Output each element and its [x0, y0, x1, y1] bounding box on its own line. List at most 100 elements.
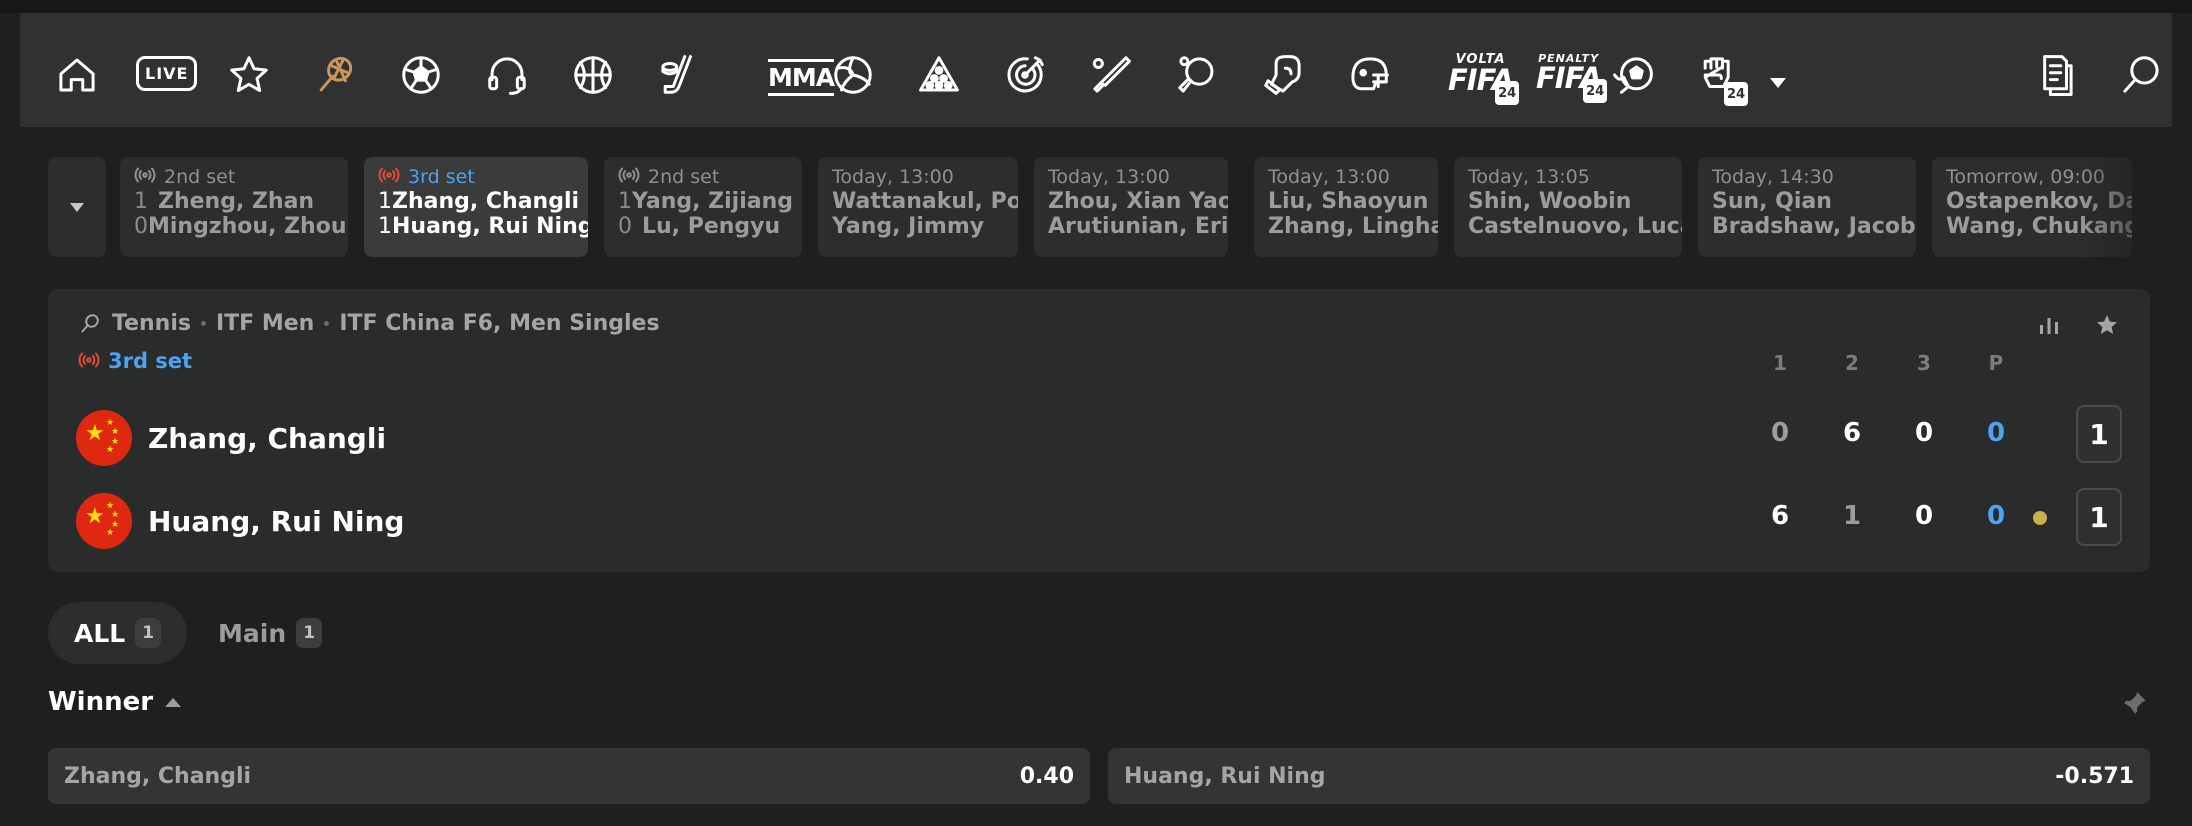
american-football-icon[interactable]: [1344, 50, 1394, 100]
betslip-icon[interactable]: [2030, 50, 2080, 100]
match-status: Today, 13:05: [1468, 165, 1668, 189]
search-icon[interactable]: [2116, 50, 2166, 100]
favorite-star-icon[interactable]: [2093, 311, 2121, 339]
match-team-row: Liu, Shaoyun: [1268, 189, 1428, 214]
match-card[interactable]: Today, 14:30 Sun, Qian Bradshaw, Jacob: [1698, 157, 1916, 257]
match-team-row: 0 Mingzhou, Zhou: [134, 214, 347, 239]
event-status: 3rd set: [78, 349, 192, 373]
outcome-name: Zhang, Changli: [64, 763, 252, 789]
match-team-row: Wattanakul, Pol: [832, 189, 1018, 214]
basketball-icon[interactable]: [568, 50, 618, 100]
tab-count-badge: 1: [296, 618, 323, 648]
breadcrumb-category[interactable]: ITF Men: [216, 311, 314, 336]
more-chevron-icon[interactable]: [1770, 78, 1786, 88]
team-name: Shin, Woobin: [1468, 189, 1632, 214]
sets-won-home: 1: [2076, 405, 2122, 463]
match-status-text: Today, 13:05: [1468, 166, 1590, 188]
stats-icon[interactable]: [2035, 311, 2063, 339]
match-card[interactable]: Today, 13:00 Wattanakul, Pol Yang, Jimmy: [818, 157, 1018, 257]
team-name: Bradshaw, Jacob: [1712, 214, 1916, 239]
hockey-icon[interactable]: [654, 50, 704, 100]
table-tennis-icon[interactable]: [1172, 50, 1222, 100]
match-status: 3rd set: [378, 165, 574, 189]
match-card[interactable]: 2nd set 1 Zheng, Zhan 0 Mingzhou, Zhou: [120, 157, 348, 257]
match-status-text: 2nd set: [648, 166, 720, 188]
player-row-away: ★ ★ ★ ★ ★ Huang, Rui Ning: [76, 493, 404, 549]
esports-headset-icon[interactable]: [482, 50, 532, 100]
team-score: 1: [618, 189, 632, 214]
chevron-down-icon: [70, 202, 84, 212]
sports-nav-bar: LIVE MMA VOLTA FIFA 24 PENALTY FIFA 24 2…: [0, 0, 2192, 127]
match-team-row: Castelnuovo, Luca: [1468, 214, 1682, 239]
breadcrumb: Tennis ITF Men ITF China F6, Men Singles: [78, 311, 660, 336]
darts-icon[interactable]: [1000, 50, 1050, 100]
live-broadcast-icon: [378, 166, 400, 188]
match-status: Today, 13:00: [832, 165, 1004, 189]
tab-all[interactable]: ALL 1: [48, 602, 188, 664]
mma-icon[interactable]: MMA: [768, 59, 835, 96]
volleyball-icon[interactable]: [828, 50, 878, 100]
match-card[interactable]: Today, 13:05 Shin, Woobin Castelnuovo, Luc…: [1454, 157, 1682, 257]
penalty-fifa-icon[interactable]: PENALTY FIFA 24: [1536, 53, 1608, 103]
match-status-text: 2nd set: [164, 166, 236, 188]
china-flag-icon: ★ ★ ★ ★ ★: [76, 493, 132, 549]
volta-fifa-icon[interactable]: VOLTA FIFA 24: [1448, 53, 1520, 105]
fist-icon[interactable]: 24: [1694, 50, 1748, 106]
team-name: Yang, Jimmy: [832, 214, 985, 239]
live-broadcast-icon: [78, 349, 100, 373]
strip-collapse-button[interactable]: [48, 157, 106, 257]
match-card[interactable]: Today, 13:00Liu, ShaoyunZhang, Linghao: [1254, 157, 1438, 257]
match-team-row: Bradshaw, Jacob: [1712, 214, 1916, 239]
team-name: Zhang, Changli: [392, 189, 580, 214]
team-score: 1: [378, 214, 392, 239]
odds-button-home[interactable]: Zhang, Changli 0.40: [48, 748, 1090, 804]
home-icon[interactable]: [52, 50, 102, 100]
set-score: 1: [1842, 501, 1862, 531]
breadcrumb-sport[interactable]: Tennis: [112, 311, 191, 336]
soccer-icon[interactable]: [396, 50, 446, 100]
match-team-row: 1 Zhang, Changli: [378, 189, 579, 214]
match-card[interactable]: 2nd set 1 Yang, Zijiang 0 Lu, Pengyu: [604, 157, 802, 257]
team-name: Lu, Pengyu: [642, 214, 781, 239]
game-points: 0: [1986, 418, 2006, 448]
match-team-row: Zhou, Xian Yao: [1048, 189, 1228, 214]
team-name: Huang, Rui Ning: [392, 214, 588, 239]
snooker-icon[interactable]: [914, 50, 964, 100]
match-status-text: Today, 13:00: [1048, 166, 1170, 188]
live-icon[interactable]: LIVE: [136, 56, 198, 91]
match-card[interactable]: 3rd set 1 Zhang, Changli 1 Huang, Rui Ning: [364, 157, 588, 257]
esoccer-icon[interactable]: [1608, 50, 1658, 100]
match-status: 2nd set: [618, 165, 788, 189]
breadcrumb-separator: [324, 321, 330, 326]
market-header-winner[interactable]: Winner: [48, 687, 182, 717]
team-name: Castelnuovo, Luca: [1468, 214, 1682, 239]
team-score: 0: [618, 214, 632, 239]
breadcrumb-tournament[interactable]: ITF China F6, Men Singles: [339, 311, 659, 336]
set-header-1: 1: [1773, 351, 1787, 375]
boxing-icon[interactable]: [1258, 50, 1308, 100]
team-name: Mingzhou, Zhou: [148, 214, 347, 239]
baseball-icon[interactable]: [1086, 50, 1136, 100]
live-broadcast-icon: [618, 166, 640, 188]
star-icon[interactable]: [224, 50, 274, 100]
match-status-text: 3rd set: [408, 166, 475, 188]
pin-icon[interactable]: [2122, 690, 2152, 720]
set-score: 0: [1770, 418, 1790, 448]
set-score: 6: [1770, 501, 1790, 531]
china-flag-icon: ★ ★ ★ ★ ★: [76, 410, 132, 466]
match-card[interactable]: Today, 13:00 Zhou, Xian Yao Arutiunian, Er…: [1034, 157, 1228, 257]
chevron-up-icon: [165, 697, 182, 707]
outcome-odds: -0.571: [2055, 763, 2134, 789]
team-score: 0: [134, 214, 148, 239]
team-name: Zhou, Xian Yao: [1048, 189, 1228, 214]
market-title: Winner: [48, 687, 154, 717]
player-row-home: ★ ★ ★ ★ ★ Zhang, Changli: [76, 410, 386, 466]
tab-main[interactable]: Main 1: [192, 602, 348, 664]
match-status: Today, 13:00: [1268, 165, 1424, 189]
match-status-text: Today, 14:30: [1712, 166, 1834, 188]
player-name-home: Zhang, Changli: [148, 421, 387, 455]
match-status-text: Today, 13:00: [832, 166, 954, 188]
odds-button-away[interactable]: Huang, Rui Ning -0.571: [1108, 748, 2150, 804]
tennis-icon[interactable]: [310, 50, 360, 100]
game-points: 0: [1986, 501, 2006, 531]
